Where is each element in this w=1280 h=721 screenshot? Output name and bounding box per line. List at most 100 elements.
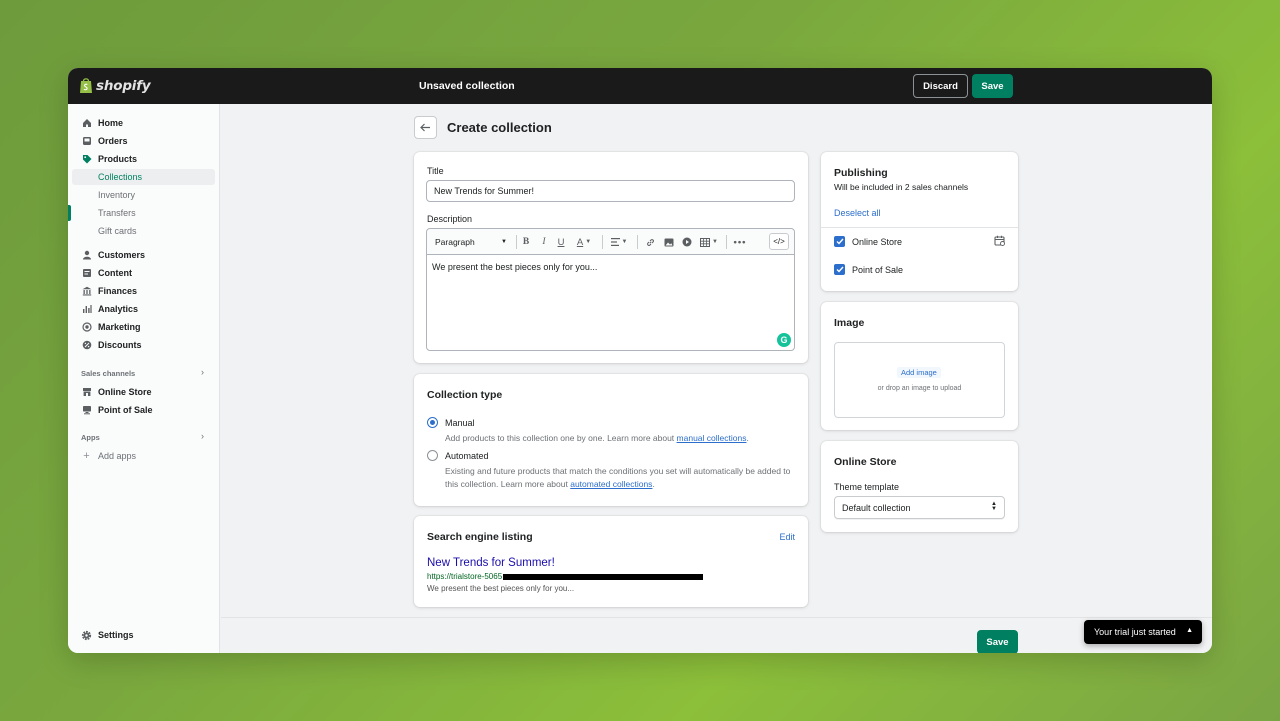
sidebar-item-finances[interactable]: Finances xyxy=(68,283,220,299)
seo-url-text: https://trialstore-5065 xyxy=(427,572,503,581)
image-icon[interactable] xyxy=(662,235,675,249)
toolbar-divider xyxy=(602,235,603,249)
sidebar-item-settings[interactable]: Settings xyxy=(68,627,220,643)
calendar-icon[interactable] xyxy=(994,235,1005,248)
online-store-checkbox[interactable] xyxy=(834,236,845,247)
seo-listing-url: https://trialstore-5065 xyxy=(427,572,704,581)
pos-icon xyxy=(81,405,92,416)
details-card: Title New Trends for Summer! Description… xyxy=(414,152,808,363)
shopify-logo[interactable]: shopify xyxy=(79,77,151,94)
align-icon[interactable]: ▼ xyxy=(608,235,630,249)
sidebar-item-transfers[interactable]: Transfers xyxy=(68,205,220,221)
sidebar-item-label: Analytics xyxy=(98,304,139,314)
sidebar-item-content[interactable]: Content xyxy=(68,265,220,281)
sidebar-item-label: Products xyxy=(98,154,138,164)
automated-radio[interactable] xyxy=(427,450,438,461)
trial-label: Your trial just started xyxy=(1094,627,1176,637)
orders-icon xyxy=(81,136,92,147)
redaction-bar xyxy=(503,573,704,580)
shopify-wordmark: shopify xyxy=(96,77,151,94)
tag-icon xyxy=(81,154,92,165)
link-icon[interactable] xyxy=(644,235,657,249)
discount-icon xyxy=(81,340,92,351)
bold-icon[interactable]: B xyxy=(520,235,532,249)
title-input[interactable]: New Trends for Summer! xyxy=(426,180,795,202)
point-of-sale-checkbox[interactable] xyxy=(834,264,845,275)
deselect-all-link[interactable]: Deselect all xyxy=(834,208,881,218)
sidebar-item-customers[interactable]: Customers xyxy=(68,247,220,263)
chevron-right-icon[interactable]: › xyxy=(201,367,204,377)
description-label: Description xyxy=(427,214,473,224)
italic-icon[interactable]: I xyxy=(538,235,550,249)
manual-help: Add products to this collection one by o… xyxy=(445,433,749,443)
discard-button[interactable]: Discard xyxy=(913,74,968,98)
save-button-bottom[interactable]: Save xyxy=(977,630,1018,653)
code-view-icon[interactable]: </> xyxy=(769,233,789,250)
automated-collections-link[interactable]: automated collections xyxy=(570,479,652,489)
theme-template-select[interactable]: Default collection ▲ ▼ xyxy=(834,496,1005,519)
bottom-save-bar xyxy=(221,617,1212,653)
description-text[interactable]: We present the best pieces only for you.… xyxy=(432,262,597,272)
checkmark-icon xyxy=(836,266,844,273)
image-heading: Image xyxy=(834,317,865,329)
sidebar-item-inventory[interactable]: Inventory xyxy=(68,187,220,203)
save-button[interactable]: Save xyxy=(972,74,1013,98)
add-image-button[interactable]: Add image xyxy=(897,367,941,378)
more-icon[interactable]: ••• xyxy=(732,235,748,249)
sidebar-item-discounts[interactable]: Discounts xyxy=(68,337,220,353)
seo-listing-description: We present the best pieces only for you.… xyxy=(427,584,575,593)
person-icon xyxy=(81,250,92,261)
manual-collections-link[interactable]: manual collections xyxy=(677,433,747,443)
trial-banner[interactable]: Your trial just started ▲ xyxy=(1084,620,1202,644)
drop-hint: or drop an image to upload xyxy=(877,385,962,392)
seo-card: Search engine listing Edit New Trends fo… xyxy=(414,516,808,607)
image-dropzone[interactable]: Add image or drop an image to upload xyxy=(834,342,1005,418)
sales-channels-heading: Sales channels xyxy=(81,369,136,378)
sidebar-item-home[interactable]: Home xyxy=(68,115,220,131)
sidebar-item-label: Content xyxy=(98,268,132,278)
sidebar-item-analytics[interactable]: Analytics xyxy=(68,301,220,317)
page-status-title: Unsaved collection xyxy=(419,80,515,92)
checkmark-icon xyxy=(836,238,844,245)
collection-type-heading: Collection type xyxy=(427,389,503,401)
sidebar-item-products[interactable]: Products xyxy=(68,151,220,167)
sidebar-item-marketing[interactable]: Marketing xyxy=(68,319,220,335)
content-icon xyxy=(81,268,92,279)
caret-up-icon: ▲ xyxy=(1186,627,1193,634)
online-store-heading: Online Store xyxy=(834,456,897,468)
manual-help-text: Add products to this collection one by o… xyxy=(445,433,677,443)
target-icon xyxy=(81,322,92,333)
paragraph-select[interactable]: Paragraph ▼ xyxy=(435,235,513,249)
underline-icon[interactable]: U xyxy=(555,235,567,249)
bank-icon xyxy=(81,286,92,297)
theme-template-label: Theme template xyxy=(834,482,900,492)
store-icon xyxy=(81,387,92,398)
text-color-icon[interactable]: A ▼ xyxy=(573,235,595,249)
sidebar-item-orders[interactable]: Orders xyxy=(68,133,220,149)
description-editor: Paragraph ▼ B I U A ▼ ▼ ▼ ••• </> We pre… xyxy=(426,228,795,351)
sidebar: Home Orders Products Collections Invento… xyxy=(68,104,220,653)
sidebar-item-gift-cards[interactable]: Gift cards xyxy=(68,223,220,239)
select-arrows-icon: ▲ ▼ xyxy=(991,501,997,512)
publishing-card: Publishing Will be included in 2 sales c… xyxy=(821,152,1018,291)
table-icon[interactable]: ▼ xyxy=(698,235,720,249)
sidebar-item-collections[interactable]: Collections xyxy=(72,169,215,185)
admin-window: shopify Unsaved collection Discard Save … xyxy=(68,68,1212,653)
video-icon[interactable] xyxy=(680,235,693,249)
online-store-channel-label: Online Store xyxy=(852,237,903,247)
chevron-right-icon[interactable]: › xyxy=(201,431,204,441)
sidebar-item-add-apps[interactable]: + Add apps xyxy=(68,448,220,464)
sidebar-item-online-store[interactable]: Online Store xyxy=(68,384,220,400)
grammarly-icon[interactable]: G xyxy=(777,333,791,347)
manual-radio[interactable] xyxy=(427,417,438,428)
sidebar-item-point-of-sale[interactable]: Point of Sale xyxy=(68,402,220,418)
point-of-sale-channel-label: Point of Sale xyxy=(852,265,904,275)
publishing-heading: Publishing xyxy=(834,167,888,179)
sidebar-item-label: Online Store xyxy=(98,387,152,397)
shopify-bag-icon xyxy=(80,78,92,93)
back-button[interactable] xyxy=(414,116,437,139)
sidebar-item-label: Discounts xyxy=(98,340,142,350)
image-card: Image Add image or drop an image to uplo… xyxy=(821,302,1018,430)
top-bar: shopify Unsaved collection Discard Save xyxy=(68,68,1212,104)
seo-edit-link[interactable]: Edit xyxy=(779,532,795,542)
